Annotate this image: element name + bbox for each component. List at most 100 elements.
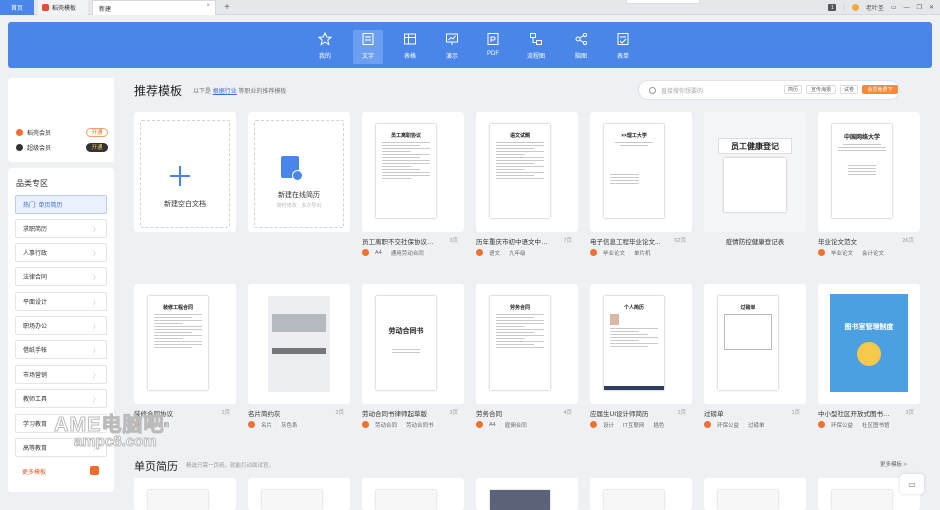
card-tag[interactable]: 毕业论文 <box>600 248 629 257</box>
minimize-icon[interactable]: — <box>904 5 910 11</box>
resume-card[interactable] <box>362 478 464 510</box>
avatar[interactable] <box>851 4 859 11</box>
sidebar-item[interactable]: 法律合同 〉 <box>15 267 107 286</box>
sidebar-item[interactable]: 市场营销 〉 <box>15 365 107 384</box>
tool-mindmap[interactable]: 脑图 <box>566 30 596 64</box>
template-card[interactable]: 语文试题 历年重庆市初中语文中考... 7页 语文 九年级 <box>476 112 578 266</box>
user-name[interactable]: 老叶圣 <box>866 3 884 12</box>
card-tag[interactable]: 语文 <box>486 248 504 257</box>
sidebar-item-more[interactable]: 更多模板 <box>15 462 107 481</box>
open-daoke-button[interactable]: 开通 <box>86 127 108 137</box>
template-card[interactable]: 名片简约灰 2页 名片 灰色系 <box>248 284 350 438</box>
member-label: 超级会员 <box>27 145 52 152</box>
maximize-icon[interactable]: ❐ <box>917 4 922 11</box>
card-tag[interactable]: 雇佣合同 <box>501 420 530 429</box>
template-card[interactable]: 过磅单 过磅单 1页 环保公益 过磅单 <box>704 284 806 438</box>
template-card[interactable]: 图书室管理制度 中小型社区开放式图书馆... 3页 环保公益 社区图书馆 <box>818 284 920 438</box>
chat-icon[interactable]: ▭ <box>900 474 924 494</box>
tool-form[interactable]: 表单 <box>608 30 638 64</box>
search-chip[interactable]: 简历 <box>784 85 802 94</box>
sidebar-item[interactable]: 热门: 单页简历 <box>15 195 107 214</box>
card-tag[interactable]: IT互联网 <box>620 420 648 429</box>
tab-new-label: 新建 <box>99 6 112 13</box>
sidebar-item[interactable]: 教师工具 〉 <box>15 389 107 408</box>
open-super-button[interactable]: 开通 <box>86 142 108 152</box>
tool-text[interactable]: 文字 <box>353 30 383 64</box>
card-tag[interactable]: 毕业论文 <box>828 248 857 257</box>
more-templates-link[interactable]: 更多模板 > <box>880 460 907 468</box>
resume-preview <box>490 490 550 510</box>
card-tag[interactable]: 通用劳动合同 <box>387 248 427 257</box>
industry-link[interactable]: 根据行业 <box>213 89 237 95</box>
template-card[interactable]: 中国网络大学 毕业论文范文 26页 毕业论文 会计论文 <box>818 112 920 266</box>
card-tag[interactable]: 九年级 <box>506 248 529 257</box>
card-tag[interactable]: A4 <box>372 248 385 257</box>
close-tab-icon[interactable]: × <box>206 3 210 9</box>
template-card[interactable]: 劳动合同书 劳动合同书律师起草版 3页 劳动合同 劳动合同书 <box>362 284 464 438</box>
resume-card[interactable] <box>704 478 806 510</box>
card-tag[interactable]: A4 <box>486 420 499 429</box>
card-pages: 1页 <box>791 410 800 416</box>
card-tag[interactable]: 灰色系 <box>278 420 301 429</box>
card-name: 过磅单 1页 <box>704 408 806 418</box>
tab-new[interactable]: 新建 × <box>92 0 216 15</box>
daoke-icon <box>476 421 483 428</box>
search-input[interactable]: 直接搜你想要的 <box>638 80 900 100</box>
new-resume-label: 新建在线简历 <box>278 192 320 199</box>
template-card[interactable]: 员工离职协议 员工离职不交社保协议书... 3页 A4 通用劳动合同 <box>362 112 464 266</box>
card-tag[interactable]: 名片 <box>258 420 276 429</box>
resume-card[interactable] <box>248 478 350 510</box>
card-tag[interactable]: 设计 <box>600 420 618 429</box>
card-tag[interactable]: 过磅单 <box>745 420 768 429</box>
close-window-icon[interactable]: ✕ <box>929 4 934 11</box>
daoke-icon <box>476 249 483 256</box>
search-chip[interactable]: 宣传海报 <box>806 85 836 94</box>
new-resume-card[interactable]: 新建在线简历 随时修改 · 多次导出 <box>248 112 350 266</box>
card-tag[interactable]: 会计论文 <box>859 248 888 257</box>
sidebar-item[interactable]: 求职简历 〉 <box>15 219 107 238</box>
sidebar-item[interactable]: 人事行政 〉 <box>15 243 107 262</box>
template-card[interactable]: ××理工大学 电子信息工程毕业论文... 62页 毕业论文 单片机 <box>590 112 692 266</box>
sidebar-item[interactable]: 平面设计 〉 <box>15 292 107 311</box>
tool-my[interactable]: 我的 <box>310 30 340 64</box>
card-tag[interactable]: 环保公益 <box>828 420 857 429</box>
card-pages: 4页 <box>563 410 572 416</box>
card-tag[interactable]: 劳动合同书 <box>403 420 437 429</box>
new-blank-doc-card[interactable]: 新建空白文档 <box>134 112 236 266</box>
card-tag[interactable]: 劳动合同 <box>372 420 401 429</box>
new-doc-label: 新建空白文档 <box>164 201 206 208</box>
tab-daoke[interactable]: 稻壳模板 <box>38 0 88 15</box>
form-icon <box>617 33 629 45</box>
template-card[interactable]: 劳务合同 劳务合同 4页 A4 雇佣合同 <box>476 284 578 438</box>
template-card[interactable]: 员工健康登记 疫情防控健康登记表 <box>704 112 806 266</box>
tool-flowchart[interactable]: 流程图 <box>521 30 551 64</box>
sidebar-item[interactable]: 职场办公 〉 <box>15 316 107 335</box>
resume-card[interactable] <box>476 478 578 510</box>
sidebar-item[interactable]: 借纸手帐 〉 <box>15 340 107 359</box>
resume-card[interactable] <box>134 478 236 510</box>
card-title: 电子信息工程毕业论文... <box>590 239 661 246</box>
add-tab-button[interactable]: + <box>222 0 232 15</box>
tool-pdf[interactable]: PDF <box>478 30 508 64</box>
template-card[interactable]: 个人简历 应届生UI设计师简历 1页 设计 IT互联网 插色 <box>590 284 692 438</box>
card-tag[interactable]: 单片机 <box>631 248 654 257</box>
skin-icon[interactable]: ▭ <box>891 4 897 11</box>
card-pages: 3页 <box>449 238 458 244</box>
tool-slides[interactable]: 演示 <box>437 30 467 64</box>
sidebar-item-label: 求职简历 <box>23 227 48 233</box>
search-chip-vip[interactable]: 会员免费下 <box>862 85 898 94</box>
tab-daoke-label: 稻壳模板 <box>52 6 77 12</box>
chevron-right-icon: 〉 <box>92 228 99 234</box>
tab-home[interactable]: 首页 <box>0 0 34 15</box>
card-tag[interactable]: 社区图书馆 <box>859 420 893 429</box>
card-tag[interactable]: 插色 <box>650 420 668 429</box>
badge-icon[interactable]: 1 <box>828 4 837 11</box>
resume-card[interactable] <box>590 478 692 510</box>
search-icon <box>649 86 656 94</box>
card-tag[interactable]: 环保公益 <box>714 420 743 429</box>
daoke-icon <box>704 421 711 428</box>
window-controls: 1 | 老叶圣 ▭ — ❐ ✕ <box>828 0 940 15</box>
search-chip[interactable]: 试卷 <box>840 85 858 94</box>
tool-sheet[interactable]: 表格 <box>395 30 425 64</box>
card-tags: 名片 灰色系 <box>248 420 301 429</box>
